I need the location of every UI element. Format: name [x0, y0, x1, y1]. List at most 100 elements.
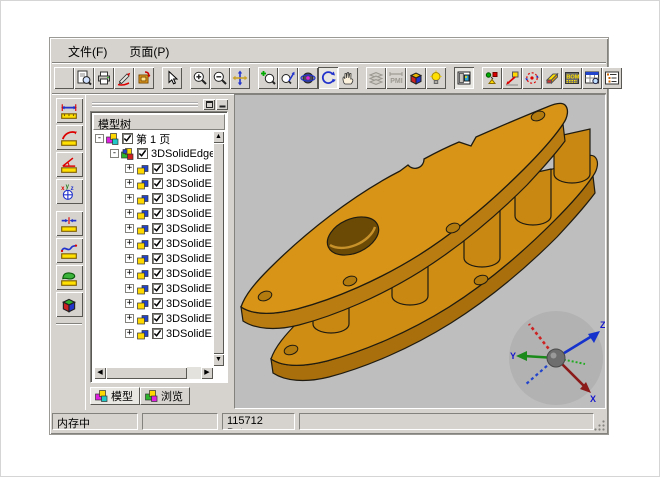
tree-item-checkbox[interactable] — [152, 298, 163, 309]
minus-expander-icon[interactable]: - — [95, 134, 104, 143]
scroll-down-button[interactable]: ▼ — [213, 354, 224, 366]
tree-item-label[interactable]: 3DSolidE. — [166, 178, 213, 190]
tree-item-label[interactable]: 3DSolidE. — [166, 208, 213, 220]
tree-item-checkbox[interactable] — [152, 328, 163, 339]
panel-maximize-button[interactable] — [203, 99, 215, 110]
tab-browse[interactable]: 浏览 — [140, 387, 190, 405]
plus-expander-icon[interactable]: + — [125, 164, 134, 173]
tree-item-label[interactable]: 3DSolidE. — [166, 223, 213, 235]
tree-item-label[interactable]: 3DSolidE. — [166, 298, 213, 310]
stamp-button[interactable] — [134, 67, 154, 89]
rotate-view-button[interactable] — [318, 67, 338, 89]
zoom-out-button[interactable] — [210, 67, 230, 89]
plus-expander-icon[interactable]: + — [125, 269, 134, 278]
tree-row[interactable]: +3DSolidE. — [94, 266, 213, 281]
tree-item-label[interactable]: 3DSolidE. — [166, 253, 213, 265]
tab-model[interactable]: 模型 — [90, 387, 140, 405]
measure-length-button[interactable] — [56, 98, 83, 123]
resize-grip[interactable] — [593, 419, 606, 432]
tree-item-label[interactable]: 3DSolidE. — [166, 313, 213, 325]
tree-item-checkbox[interactable] — [137, 148, 148, 159]
measure-gap-button[interactable] — [56, 211, 83, 236]
measure-angle-button[interactable] — [56, 152, 83, 177]
plus-expander-icon[interactable]: + — [125, 209, 134, 218]
panel-gripper[interactable] — [92, 98, 228, 110]
tree-item-label[interactable]: 3DSolidEdge. — [151, 148, 213, 160]
scroll-thumb[interactable] — [213, 143, 224, 354]
tree-item-label[interactable]: 3DSolidE. — [166, 163, 213, 175]
tree-item-label[interactable]: 3DSolidE. — [166, 268, 213, 280]
scroll-up-button[interactable]: ▲ — [213, 131, 224, 143]
panel-toggle-button[interactable] — [454, 67, 474, 89]
measure-radius-button[interactable] — [56, 125, 83, 150]
orientation-orb[interactable]: Z Y X — [509, 311, 605, 405]
scroll-left-button[interactable]: ◀ — [94, 367, 106, 379]
tree-row[interactable]: +3DSolidE. — [94, 281, 213, 296]
explode-parts-button[interactable] — [482, 67, 502, 89]
tree-item-checkbox[interactable] — [152, 223, 163, 234]
bom-button[interactable]: BOM — [562, 67, 582, 89]
plus-expander-icon[interactable]: + — [125, 179, 134, 188]
lighting-button[interactable] — [426, 67, 446, 89]
tree-item-checkbox[interactable] — [152, 238, 163, 249]
hand-pan-button[interactable] — [338, 67, 358, 89]
scroll-thumb[interactable] — [106, 367, 187, 379]
info-button[interactable] — [54, 67, 74, 89]
menu-file[interactable]: 文件(F) — [64, 41, 111, 62]
tree-row[interactable]: +3DSolidE. — [94, 176, 213, 191]
measure-curve-button[interactable] — [56, 238, 83, 263]
measure-volume-button[interactable] — [56, 292, 83, 317]
tree-item-checkbox[interactable] — [152, 178, 163, 189]
tree-row[interactable]: +3DSolidE. — [94, 296, 213, 311]
tree-item-checkbox[interactable] — [152, 313, 163, 324]
zoom-dynamic-button[interactable] — [278, 67, 298, 89]
tree-row[interactable]: +3DSolidE. — [94, 251, 213, 266]
table-view-button[interactable] — [582, 67, 602, 89]
panel-minimize-button[interactable] — [216, 99, 228, 110]
tree-row[interactable]: +3DSolidE. — [94, 311, 213, 326]
tree-row[interactable]: -第 1 页 — [94, 131, 213, 146]
tree-item-checkbox[interactable] — [152, 163, 163, 174]
render-mode-button[interactable] — [406, 67, 426, 89]
plus-expander-icon[interactable]: + — [125, 239, 134, 248]
move-part-button[interactable] — [502, 67, 522, 89]
menu-page[interactable]: 页面(P) — [125, 41, 173, 62]
rotate-center-button[interactable] — [298, 67, 318, 89]
pan-button[interactable] — [230, 67, 250, 89]
erase-button[interactable] — [542, 67, 562, 89]
gripper-handle[interactable] — [92, 102, 198, 107]
tree-row[interactable]: +3DSolidE. — [94, 191, 213, 206]
tree-horizontal-scrollbar[interactable]: ◀ ▶ — [94, 367, 213, 379]
plus-expander-icon[interactable]: + — [125, 194, 134, 203]
tree-item-checkbox[interactable] — [152, 283, 163, 294]
tree-item-label[interactable]: 3DSolidE. — [166, 283, 213, 295]
tree-item-label[interactable]: 3DSolidE. — [166, 328, 213, 340]
redline-button[interactable] — [114, 67, 134, 89]
tree-item-checkbox[interactable] — [152, 268, 163, 279]
tree-vertical-scrollbar[interactable]: ▲ ▼ — [213, 131, 224, 366]
scroll-right-button[interactable]: ▶ — [201, 367, 213, 379]
plus-expander-icon[interactable]: + — [125, 329, 134, 338]
tree-item-checkbox[interactable] — [152, 193, 163, 204]
measure-coordinate-button[interactable]: xyz — [56, 179, 83, 204]
select-cursor-button[interactable] — [162, 67, 182, 89]
tree-item-checkbox[interactable] — [122, 133, 133, 144]
tree-item-checkbox[interactable] — [152, 208, 163, 219]
plus-expander-icon[interactable]: + — [125, 314, 134, 323]
tree-row[interactable]: +3DSolidE. — [94, 206, 213, 221]
tree-row[interactable]: +3DSolidE. — [94, 221, 213, 236]
plus-expander-icon[interactable]: + — [125, 224, 134, 233]
plus-expander-icon[interactable]: + — [125, 284, 134, 293]
tree-item-checkbox[interactable] — [152, 253, 163, 264]
tree-item-label[interactable]: 3DSolidE. — [166, 238, 213, 250]
tree-item-label[interactable]: 3DSolidE. — [166, 193, 213, 205]
zoom-in-button[interactable] — [190, 67, 210, 89]
plus-expander-icon[interactable]: + — [125, 254, 134, 263]
minus-expander-icon[interactable]: - — [110, 149, 119, 158]
print-button[interactable] — [94, 67, 114, 89]
plus-expander-icon[interactable]: + — [125, 299, 134, 308]
tree-row[interactable]: - 3DSolidEdge. — [94, 146, 213, 161]
rotate-part-button[interactable] — [522, 67, 542, 89]
tree-view-button[interactable] — [602, 67, 622, 89]
tree-row[interactable]: +3DSolidE. — [94, 326, 213, 341]
